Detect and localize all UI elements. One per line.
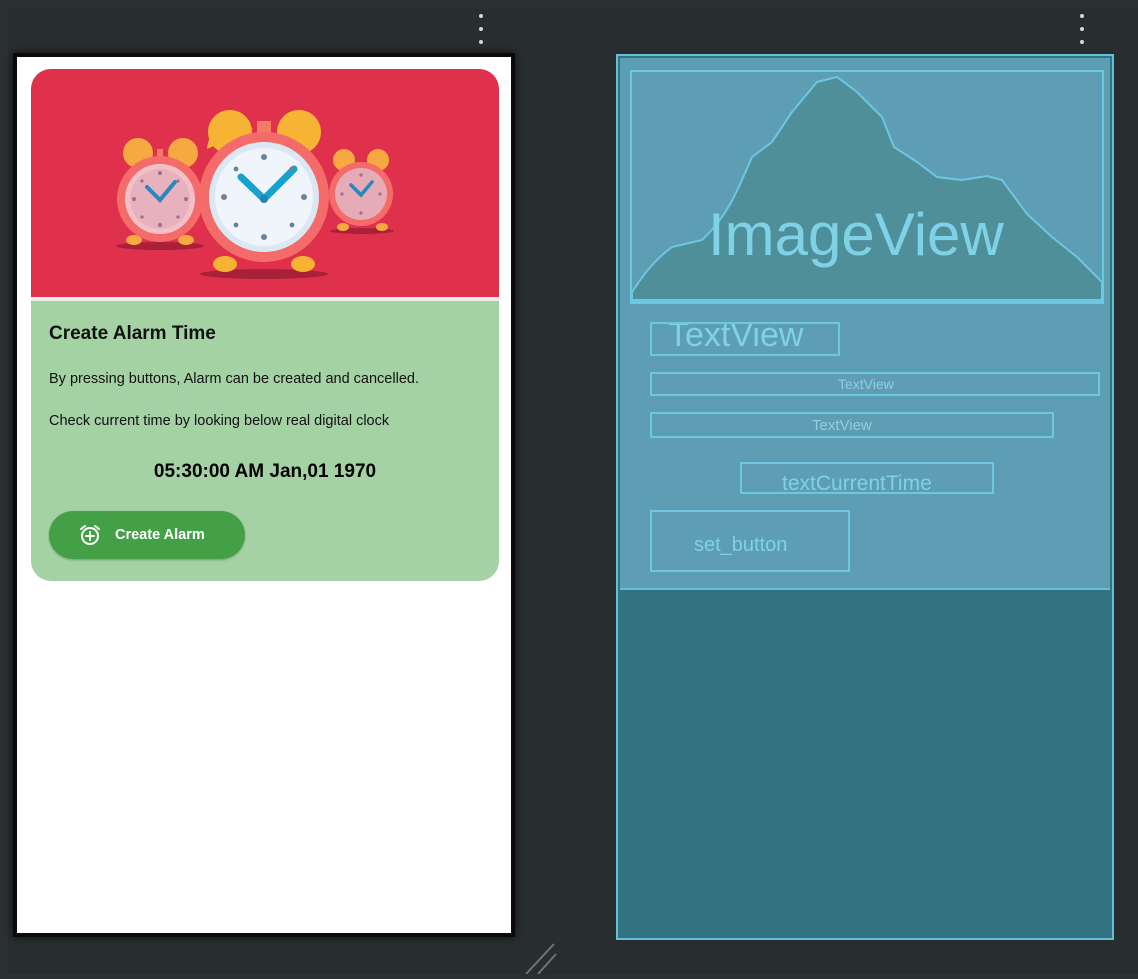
blueprint-hint-label: TextView <box>812 417 872 434</box>
blueprint-imageview-label: ImageView <box>708 201 1004 268</box>
blueprint-description-textview[interactable]: TextView <box>650 372 1100 396</box>
resize-handle-icon[interactable] <box>520 940 560 975</box>
blueprint-set-button-label: set_button <box>694 534 788 556</box>
small-clock-right-icon <box>329 149 394 234</box>
design-preview: Create Alarm Time By pressing buttons, A… <box>13 53 515 937</box>
blueprint-set-button[interactable]: set_button <box>650 510 850 572</box>
blueprint-title-label: TextView <box>668 322 804 354</box>
create-alarm-button[interactable]: Create Alarm <box>49 511 245 559</box>
card-description: By pressing buttons, Alarm can be create… <box>49 371 419 387</box>
blueprint-time-textview[interactable]: textCurrentTime <box>740 462 994 494</box>
blueprint-title-textview[interactable]: TextView <box>650 322 840 356</box>
card-title: Create Alarm Time <box>49 323 216 344</box>
card-hint: Check current time by looking below real… <box>49 413 390 429</box>
design-menu-icon[interactable] <box>478 14 484 44</box>
blueprint-hint-textview[interactable]: TextView <box>650 412 1054 438</box>
create-alarm-button-label: Create Alarm <box>115 527 205 543</box>
card-body: Create Alarm Time By pressing buttons, A… <box>31 301 499 581</box>
blueprint-description-label: TextView <box>838 376 894 392</box>
current-time-text: 05:30:00 AM Jan,01 1970 <box>153 461 377 482</box>
big-clock-icon <box>199 110 329 279</box>
blueprint-card: ImageView TextView TextView TextView tex… <box>620 58 1110 590</box>
alarm-clocks-illustration <box>31 69 499 297</box>
blueprint-preview: ImageView TextView TextView TextView tex… <box>616 54 1114 940</box>
blueprint-time-label: textCurrentTime <box>782 472 932 494</box>
small-clock-left-icon <box>116 138 204 250</box>
blueprint-imageview[interactable]: ImageView <box>630 70 1104 302</box>
add-alarm-icon <box>79 524 101 546</box>
device-screen: Create Alarm Time By pressing buttons, A… <box>17 57 511 933</box>
blueprint-divider <box>630 302 1104 304</box>
alarm-card: Create Alarm Time By pressing buttons, A… <box>31 69 499 581</box>
blueprint-menu-icon[interactable] <box>1079 14 1085 44</box>
